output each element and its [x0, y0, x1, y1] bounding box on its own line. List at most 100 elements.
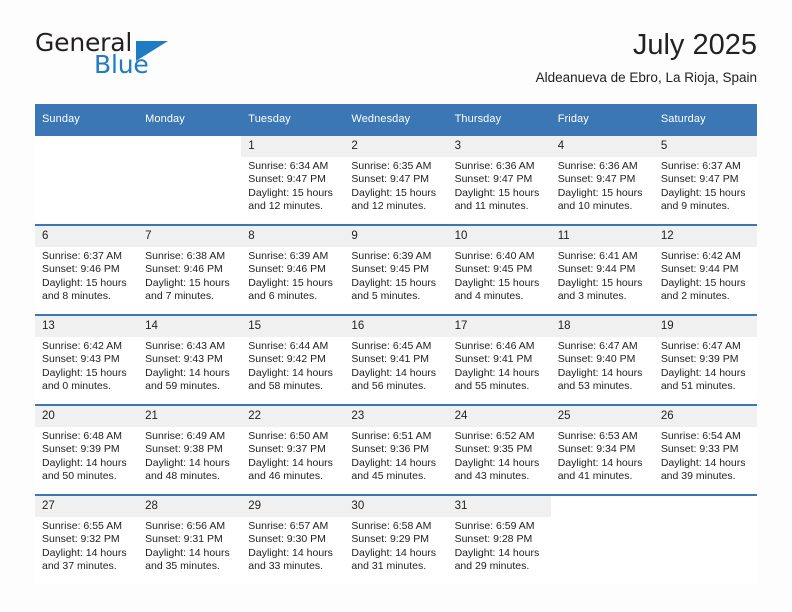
- calendar-day-cell[interactable]: 30 Sunrise: 6:58 AM Sunset: 9:29 PM Dayligh…: [344, 494, 448, 584]
- day-cell-content: 3 Sunrise: 6:36 AM Sunset: 9:47 PM Daylight…: [447, 136, 551, 224]
- calendar-day-cell[interactable]: 21 Sunrise: 6:49 AM Sunset: 9:38 PM Dayligh…: [138, 404, 242, 495]
- day-number: 16: [344, 316, 448, 337]
- calendar-day-cell[interactable]: 26 Sunrise: 6:54 AM Sunset: 9:33 PM Dayligh…: [653, 404, 757, 495]
- sunrise-text: Sunrise: 6:49 AM: [145, 430, 226, 442]
- day-details: Sunrise: 6:47 AM Sunset: 9:39 PM Daylight:…: [654, 337, 757, 394]
- sunrise-text: Sunrise: 6:43 AM: [145, 340, 226, 352]
- day-details: Sunrise: 6:54 AM Sunset: 9:33 PM Daylight:…: [654, 427, 757, 484]
- calendar-day-cell[interactable]: 17 Sunrise: 6:46 AM Sunset: 9:41 PM Dayligh…: [447, 314, 551, 405]
- daylight-text-line1: Daylight: 14 hours: [248, 546, 333, 559]
- day-number-strip: 19: [653, 316, 757, 337]
- daylight-text-line1: Daylight: 15 hours: [557, 186, 643, 199]
- title-block: July 2025 Aldeanueva de Ebro, La Rioja, …: [536, 28, 757, 88]
- day-cell-content: 9 Sunrise: 6:39 AM Sunset: 9:45 PM Daylight…: [344, 226, 448, 314]
- weekday-header-saturday: Saturday: [653, 104, 757, 135]
- day-number: 26: [653, 406, 757, 427]
- calendar-day-cell[interactable]: [35, 134, 139, 225]
- calendar-day-cell[interactable]: 31 Sunrise: 6:59 AM Sunset: 9:28 PM Dayligh…: [447, 494, 551, 584]
- day-number: 2: [344, 136, 448, 157]
- weekday-header-monday: Monday: [138, 104, 242, 135]
- calendar-day-cell[interactable]: 16 Sunrise: 6:45 AM Sunset: 9:41 PM Dayligh…: [344, 314, 448, 405]
- sunset-text: Sunset: 9:43 PM: [42, 353, 120, 366]
- day-number: 17: [447, 316, 551, 337]
- sunset-text: Sunset: 9:34 PM: [557, 443, 636, 456]
- day-details: Sunrise: 6:41 AM Sunset: 9:44 PM Daylight:…: [551, 247, 654, 304]
- day-details: Sunrise: 6:51 AM Sunset: 9:36 PM Daylight:…: [344, 427, 447, 484]
- calendar-day-cell[interactable]: 9 Sunrise: 6:39 AM Sunset: 9:45 PM Daylight…: [344, 224, 448, 315]
- calendar-day-cell[interactable]: 27 Sunrise: 6:55 AM Sunset: 9:32 PM Dayligh…: [35, 494, 139, 584]
- daylight-text-line2: and 3 minutes.: [557, 290, 627, 303]
- calendar-day-cell[interactable]: 15 Sunrise: 6:44 AM Sunset: 9:42 PM Dayligh…: [241, 314, 345, 405]
- calendar-day-cell[interactable]: 22 Sunrise: 6:50 AM Sunset: 9:37 PM Dayligh…: [241, 404, 345, 495]
- day-cell-content: 2 Sunrise: 6:35 AM Sunset: 9:47 PM Daylight…: [344, 136, 448, 224]
- day-details: Sunrise: 6:37 AM Sunset: 9:46 PM Daylight:…: [35, 247, 138, 304]
- sunrise-text: Sunrise: 6:39 AM: [351, 250, 432, 262]
- day-details: Sunrise: 6:57 AM Sunset: 9:30 PM Daylight:…: [241, 517, 344, 574]
- day-cell-content: 11 Sunrise: 6:41 AM Sunset: 9:44 PM Dayligh…: [550, 226, 654, 314]
- day-details: Sunrise: 6:42 AM Sunset: 9:43 PM Daylight:…: [35, 337, 138, 394]
- daylight-text-line2: and 12 minutes.: [248, 200, 323, 213]
- general-blue-logo[interactable]: General Blue: [35, 28, 255, 86]
- calendar-day-cell[interactable]: 7 Sunrise: 6:38 AM Sunset: 9:46 PM Daylight…: [138, 224, 242, 315]
- sunrise-text: Sunrise: 6:57 AM: [248, 520, 329, 532]
- weekday-header-thursday: Thursday: [447, 104, 551, 135]
- day-number-strip: [653, 496, 757, 517]
- calendar-day-cell[interactable]: 13 Sunrise: 6:42 AM Sunset: 9:43 PM Dayligh…: [35, 314, 139, 405]
- daylight-text-line2: and 9 minutes.: [660, 200, 730, 213]
- day-number-strip: 26: [653, 406, 757, 427]
- day-number-strip: [550, 496, 654, 517]
- calendar-day-cell[interactable]: 11 Sunrise: 6:41 AM Sunset: 9:44 PM Dayligh…: [550, 224, 654, 315]
- calendar-day-cell[interactable]: 5 Sunrise: 6:37 AM Sunset: 9:47 PM Daylight…: [653, 134, 757, 225]
- calendar-day-cell[interactable]: 23 Sunrise: 6:51 AM Sunset: 9:36 PM Dayligh…: [344, 404, 448, 495]
- calendar-day-cell[interactable]: 2 Sunrise: 6:35 AM Sunset: 9:47 PM Daylight…: [344, 134, 448, 225]
- day-number: 29: [241, 496, 345, 517]
- calendar-day-cell[interactable]: 12 Sunrise: 6:42 AM Sunset: 9:44 PM Dayligh…: [653, 224, 757, 315]
- day-number-strip: 30: [344, 496, 448, 517]
- calendar-day-cell[interactable]: 1 Sunrise: 6:34 AM Sunset: 9:47 PM Daylight…: [241, 134, 345, 225]
- sunrise-text: Sunrise: 6:44 AM: [248, 340, 329, 352]
- calendar-day-cell[interactable]: 28 Sunrise: 6:56 AM Sunset: 9:31 PM Dayligh…: [138, 494, 242, 584]
- day-number-strip: 8: [241, 226, 345, 247]
- day-number: 23: [344, 406, 448, 427]
- calendar-day-cell[interactable]: [653, 494, 757, 584]
- calendar-day-cell[interactable]: 14 Sunrise: 6:43 AM Sunset: 9:43 PM Dayligh…: [138, 314, 242, 405]
- daylight-text-line2: and 29 minutes.: [454, 560, 530, 573]
- sunrise-text: Sunrise: 6:59 AM: [454, 520, 535, 532]
- day-details: Sunrise: 6:38 AM Sunset: 9:46 PM Daylight:…: [138, 247, 241, 304]
- sunrise-text: Sunrise: 6:36 AM: [557, 160, 638, 172]
- calendar-day-cell[interactable]: 10 Sunrise: 6:40 AM Sunset: 9:45 PM Dayligh…: [447, 224, 551, 315]
- calendar-day-cell[interactable]: 3 Sunrise: 6:36 AM Sunset: 9:47 PM Daylight…: [447, 134, 551, 225]
- day-cell-content: [550, 496, 654, 584]
- day-cell-content: 4 Sunrise: 6:36 AM Sunset: 9:47 PM Daylight…: [550, 136, 654, 224]
- calendar-day-cell[interactable]: 6 Sunrise: 6:37 AM Sunset: 9:46 PM Daylight…: [35, 224, 139, 315]
- day-details: Sunrise: 6:39 AM Sunset: 9:45 PM Daylight:…: [344, 247, 447, 304]
- sunset-text: Sunset: 9:42 PM: [248, 353, 326, 366]
- sunrise-text: Sunrise: 6:46 AM: [454, 340, 535, 352]
- calendar-day-cell[interactable]: 29 Sunrise: 6:57 AM Sunset: 9:30 PM Dayligh…: [241, 494, 345, 584]
- daylight-text-line1: Daylight: 14 hours: [660, 366, 746, 379]
- calendar-day-cell[interactable]: 8 Sunrise: 6:39 AM Sunset: 9:46 PM Daylight…: [241, 224, 345, 315]
- day-details: Sunrise: 6:49 AM Sunset: 9:38 PM Daylight:…: [138, 427, 241, 484]
- calendar-day-cell[interactable]: 18 Sunrise: 6:47 AM Sunset: 9:40 PM Dayligh…: [550, 314, 654, 405]
- sunset-text: Sunset: 9:37 PM: [248, 443, 326, 456]
- calendar-day-cell[interactable]: [138, 134, 242, 225]
- day-cell-content: 31 Sunrise: 6:59 AM Sunset: 9:28 PM Dayligh…: [447, 496, 551, 584]
- day-number-strip: 20: [35, 406, 139, 427]
- calendar-day-cell[interactable]: [550, 494, 654, 584]
- day-details: Sunrise: 6:50 AM Sunset: 9:37 PM Daylight:…: [241, 427, 344, 484]
- daylight-text-line2: and 43 minutes.: [454, 470, 530, 483]
- daylight-text-line1: Daylight: 14 hours: [351, 366, 437, 379]
- calendar-day-cell[interactable]: 25 Sunrise: 6:53 AM Sunset: 9:34 PM Dayligh…: [550, 404, 654, 495]
- calendar-day-cell[interactable]: 20 Sunrise: 6:48 AM Sunset: 9:39 PM Dayligh…: [35, 404, 139, 495]
- day-number: 10: [447, 226, 551, 247]
- day-number-strip: 4: [550, 136, 654, 157]
- daylight-text-line1: Daylight: 14 hours: [557, 456, 643, 469]
- day-number-strip: 16: [344, 316, 448, 337]
- day-number: 15: [241, 316, 345, 337]
- calendar-day-cell[interactable]: 19 Sunrise: 6:47 AM Sunset: 9:39 PM Dayligh…: [653, 314, 757, 405]
- day-cell-content: 30 Sunrise: 6:58 AM Sunset: 9:29 PM Dayligh…: [344, 496, 448, 584]
- calendar-day-cell[interactable]: 24 Sunrise: 6:52 AM Sunset: 9:35 PM Dayligh…: [447, 404, 551, 495]
- daylight-text-line1: Daylight: 15 hours: [454, 276, 540, 289]
- daylight-text-line1: Daylight: 15 hours: [454, 186, 540, 199]
- calendar-day-cell[interactable]: 4 Sunrise: 6:36 AM Sunset: 9:47 PM Daylight…: [550, 134, 654, 225]
